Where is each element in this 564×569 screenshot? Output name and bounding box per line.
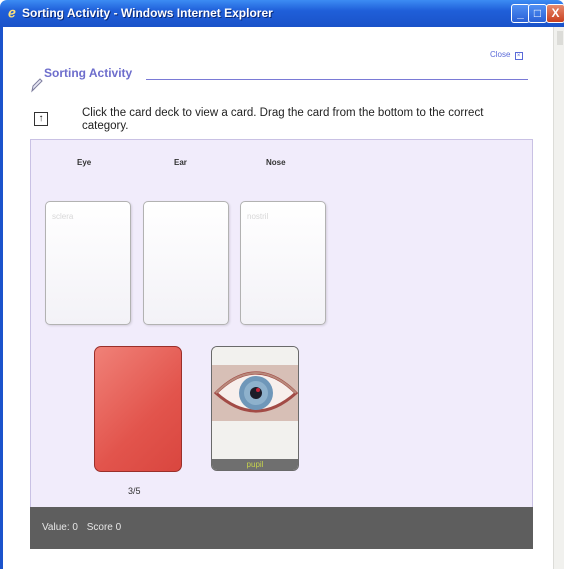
value-label: Value: 0	[42, 522, 78, 533]
maximize-button[interactable]: □	[528, 4, 547, 23]
close-link[interactable]: Close ×	[490, 50, 523, 60]
category-label-eye: Eye	[77, 158, 92, 167]
deck-count: 3/5	[128, 486, 141, 496]
placed-card-label: nostril	[247, 212, 269, 221]
pencil-icon	[31, 78, 43, 93]
placed-card-label: sclera	[52, 212, 74, 221]
window-titlebar[interactable]: ℯ Sorting Activity - Windows Internet Ex…	[0, 0, 564, 27]
category-label-nose: Nose	[266, 158, 286, 167]
card-deck[interactable]	[94, 346, 182, 472]
category-label-ear: Ear	[174, 158, 187, 167]
category-slot-eye[interactable]: sclera	[45, 201, 131, 325]
instruction-text: Click the card deck to view a card. Drag…	[82, 107, 484, 132]
window-title: Sorting Activity - Windows Internet Expl…	[22, 6, 273, 20]
close-link-label: Close	[490, 50, 511, 59]
close-box-icon: ×	[514, 52, 523, 60]
current-card[interactable]: pupil	[211, 346, 299, 471]
heading-divider	[146, 79, 528, 80]
close-window-button[interactable]: X	[546, 4, 564, 23]
vertical-scrollbar[interactable]	[553, 27, 564, 569]
window-frame-left	[0, 27, 3, 569]
ie-logo-icon: ℯ	[8, 5, 16, 20]
category-slot-nose[interactable]: nostril	[240, 201, 326, 325]
scrollbar-arrow-icon[interactable]	[557, 31, 563, 45]
status-bar: Value: 0 Score 0	[30, 507, 533, 549]
score-label: Score 0	[86, 522, 122, 533]
instruction-info-icon: ↑	[34, 112, 48, 126]
card-label: pupil	[212, 459, 298, 470]
status-text: Value: 0 Score 0	[42, 522, 121, 533]
category-slot-ear[interactable]	[143, 201, 229, 325]
eye-icon	[212, 347, 298, 461]
activity-heading: Sorting Activity	[44, 66, 133, 80]
